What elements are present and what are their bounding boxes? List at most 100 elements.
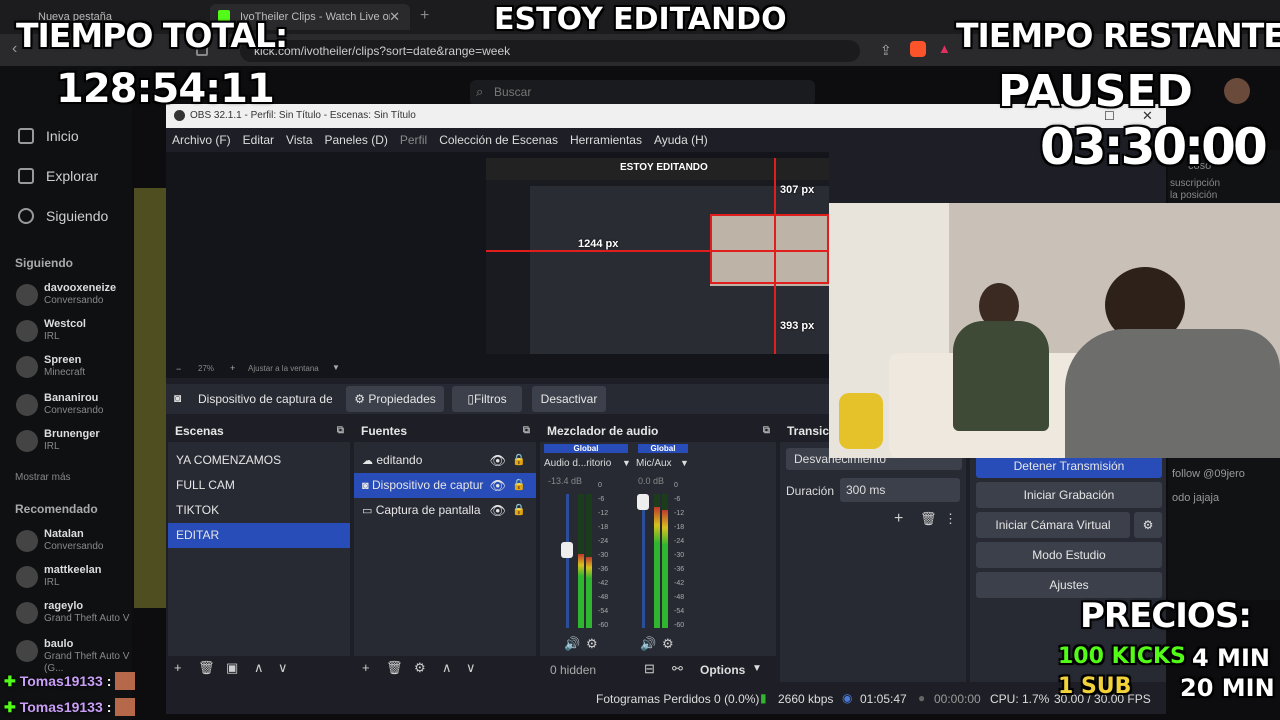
move-down-icon[interactable]: ∨ bbox=[278, 660, 288, 676]
deactivate-button[interactable]: Desactivar bbox=[532, 386, 606, 412]
volume-slider-track[interactable] bbox=[566, 494, 569, 628]
url-field[interactable]: kick.com/ivotheiler/clips?sort=date&rang… bbox=[240, 40, 860, 62]
nav-following[interactable]: Siguiendo bbox=[18, 208, 108, 224]
move-down-icon[interactable]: ∨ bbox=[466, 660, 476, 676]
channel-item[interactable]: Westcol IRL bbox=[16, 318, 134, 348]
scene-item[interactable]: TIKTOK bbox=[168, 498, 350, 523]
virtual-camera-settings-button[interactable]: ⚙ bbox=[1134, 512, 1162, 538]
move-up-icon[interactable]: ∧ bbox=[254, 660, 264, 676]
trash-icon[interactable]: 🗑 bbox=[198, 660, 215, 676]
chevron-down-icon[interactable]: ▼ bbox=[752, 663, 762, 674]
zoom-level: 27% bbox=[198, 364, 215, 373]
lock-icon[interactable]: 🔒 bbox=[512, 498, 526, 523]
undock-icon[interactable]: ⧉ bbox=[763, 420, 770, 442]
speaker-icon[interactable]: 🔊 bbox=[640, 636, 656, 652]
filter-icon[interactable]: ▣ bbox=[226, 660, 238, 676]
preview-inner-title: ESTOY EDITANDO bbox=[620, 162, 708, 173]
undock-icon[interactable]: ⧉ bbox=[523, 420, 530, 442]
scene-item[interactable]: FULL CAM bbox=[168, 473, 350, 498]
properties-button[interactable]: ⚙ Propiedades bbox=[346, 386, 444, 412]
brave-shield-icon[interactable] bbox=[910, 41, 926, 57]
obs-preview[interactable]: ESTOY EDITANDO 307 px 1244 px 393 px − 2… bbox=[166, 152, 829, 378]
eye-icon[interactable]: 👁 bbox=[489, 448, 506, 473]
level-meter bbox=[586, 494, 592, 628]
trash-icon[interactable]: 🗑 bbox=[386, 660, 403, 676]
chevron-down-icon[interactable]: ▼ bbox=[680, 458, 689, 468]
start-recording-button[interactable]: Iniciar Grabación bbox=[976, 482, 1162, 508]
explore-icon bbox=[18, 168, 34, 184]
chevron-down-icon[interactable]: ▼ bbox=[622, 458, 631, 468]
studio-mode-button[interactable]: Modo Estudio bbox=[976, 542, 1162, 568]
settings-button[interactable]: Ajustes bbox=[976, 572, 1162, 598]
scene-item[interactable]: YA COMENZAMOS bbox=[168, 448, 350, 473]
show-more-link[interactable]: Mostrar más bbox=[15, 472, 71, 483]
more-icon[interactable]: ⋮ bbox=[944, 511, 957, 527]
fit-window-select[interactable]: Ajustar a la ventana bbox=[248, 364, 319, 373]
scene-item-selected[interactable]: EDITAR bbox=[168, 523, 350, 548]
add-icon[interactable]: + bbox=[894, 510, 903, 528]
lock-icon[interactable]: 🔒 bbox=[512, 448, 526, 473]
menu-file[interactable]: Archivo (F) bbox=[166, 128, 237, 152]
avatar bbox=[16, 640, 38, 662]
zoom-in-icon[interactable]: + bbox=[230, 363, 235, 373]
bitrate: 2660 kbps bbox=[778, 692, 834, 706]
source-item-selected[interactable]: ◙ Dispositivo de captur 👁 🔒 bbox=[354, 473, 536, 498]
close-tab-icon[interactable]: ✕ bbox=[389, 9, 400, 25]
duration-field[interactable]: 300 ms bbox=[840, 478, 960, 502]
db-tick: -12 bbox=[674, 510, 685, 517]
source-toolbar: ◙ Dispositivo de captura de v ⚙ Propieda… bbox=[166, 384, 829, 414]
mixer-settings-icon[interactable]: ⚙ bbox=[662, 636, 674, 652]
kick-search-box[interactable]: ⌕ Buscar bbox=[470, 80, 815, 106]
options-button[interactable]: Options bbox=[700, 663, 745, 677]
new-tab-icon[interactable]: + bbox=[420, 7, 429, 25]
avatar bbox=[16, 320, 38, 342]
volume-slider-track[interactable] bbox=[642, 494, 645, 628]
channel-item[interactable]: davooxeneize Conversando bbox=[16, 282, 134, 312]
menu-profile[interactable]: Perfil bbox=[394, 128, 433, 152]
eye-icon[interactable]: 👁 bbox=[489, 498, 506, 523]
nav-home[interactable]: Inicio bbox=[18, 128, 79, 144]
channel-item[interactable]: rageylo Grand Theft Auto V bbox=[16, 600, 134, 630]
speaker-icon[interactable]: 🔊 bbox=[564, 636, 580, 652]
gear-icon[interactable]: ⚙ bbox=[414, 660, 426, 676]
channel-item[interactable]: Bananirou Conversando bbox=[16, 392, 134, 422]
record-time: 00:00:00 bbox=[934, 692, 981, 706]
channel-item[interactable]: Spreen Minecraft bbox=[16, 354, 134, 384]
menu-help[interactable]: Ayuda (H) bbox=[648, 128, 714, 152]
channel-item[interactable]: mattkeelan IRL bbox=[16, 564, 134, 594]
filters-button[interactable]: ▯Filtros bbox=[452, 386, 522, 412]
channel-item[interactable]: Natalan Conversando bbox=[16, 528, 134, 558]
channel-item[interactable]: Brunenger IRL bbox=[16, 428, 134, 458]
layout-icon[interactable]: ⊟ bbox=[644, 661, 655, 677]
eye-icon[interactable]: 👁 bbox=[489, 473, 506, 498]
share-icon[interactable]: ⇪ bbox=[880, 42, 892, 59]
add-icon[interactable]: + bbox=[174, 660, 182, 675]
avatar bbox=[16, 284, 38, 306]
rewards-icon[interactable]: ▲ bbox=[938, 41, 951, 56]
level-meter bbox=[654, 494, 660, 628]
source-item[interactable]: ▭ Captura de pantalla 👁 🔒 bbox=[354, 498, 536, 523]
channel-item[interactable]: baulo Grand Theft Auto V (G... bbox=[16, 638, 134, 674]
menu-tools[interactable]: Herramientas bbox=[564, 128, 648, 152]
chevron-down-icon[interactable]: ▼ bbox=[332, 363, 340, 372]
obs-menubar: Archivo (F) Editar Vista Paneles (D) Per… bbox=[166, 128, 1166, 152]
zoom-out-icon[interactable]: − bbox=[176, 364, 181, 374]
lock-icon[interactable]: 🔒 bbox=[512, 473, 526, 498]
menu-edit[interactable]: Editar bbox=[237, 128, 280, 152]
virtual-camera-button[interactable]: Iniciar Cámara Virtual bbox=[976, 512, 1130, 538]
volume-slider-handle[interactable] bbox=[561, 542, 573, 558]
menu-docks[interactable]: Paneles (D) bbox=[319, 128, 394, 152]
menu-scene-collection[interactable]: Colección de Escenas bbox=[433, 128, 564, 152]
volume-slider-handle[interactable] bbox=[637, 494, 649, 510]
trash-icon[interactable]: 🗑 bbox=[920, 511, 937, 527]
mixer-settings-icon[interactable]: ⚙ bbox=[586, 636, 598, 652]
nav-explore[interactable]: Explorar bbox=[18, 168, 98, 184]
user-avatar[interactable] bbox=[1224, 78, 1250, 104]
link-icon[interactable]: ⚯ bbox=[672, 661, 683, 677]
menu-view[interactable]: Vista bbox=[280, 128, 318, 152]
move-up-icon[interactable]: ∧ bbox=[442, 660, 452, 676]
source-item[interactable]: ☁ editando 👁 🔒 bbox=[354, 448, 536, 473]
cam-person-body bbox=[953, 321, 1049, 431]
add-icon[interactable]: + bbox=[362, 660, 370, 675]
undock-icon[interactable]: ⧉ bbox=[337, 420, 344, 442]
